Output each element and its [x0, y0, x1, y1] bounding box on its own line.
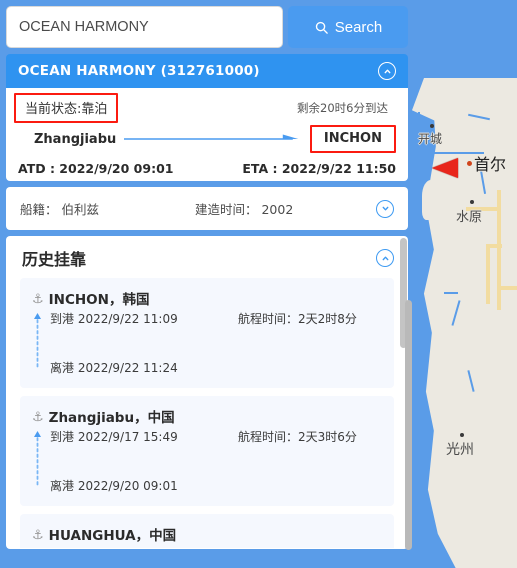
search-input[interactable] — [6, 6, 283, 48]
timeline-arrow-icon — [34, 313, 41, 369]
port-call-name: INCHON，韩国 — [48, 292, 150, 308]
port-call-arrive-row: 到港 2022/9/17 15:49 航程时间：2天3时6分 — [50, 428, 382, 445]
map-city-dot-seoul — [467, 161, 472, 166]
port-call-list[interactable]: ⚓ INCHON，韩国 到港 2022/9/22 11:09 航程时间：2天2时… — [6, 278, 408, 548]
vessel-collapse-button[interactable] — [378, 62, 396, 80]
map-city-label-gwangju: 光州 — [446, 442, 474, 458]
map-city-label-suwon: 水原 — [456, 210, 483, 225]
chevron-down-icon — [382, 206, 388, 211]
route-arrow — [124, 133, 302, 145]
port-call-name: Zhangjiabu，中国 — [48, 410, 175, 426]
port-call-body: 到港 2022/9/17 15:49 航程时间：2天3时6分 离港 2022/9… — [32, 428, 382, 494]
map-city-label-seoul: 首尔 — [474, 155, 507, 174]
port-call-title-row: ⚓ HUANGHUA，中国 — [32, 524, 382, 545]
port-call-name: HUANGHUA，中国 — [48, 528, 177, 544]
map-road-south — [486, 244, 490, 304]
timeline-spacer — [50, 327, 382, 359]
vessel-tracking-screen: 开城 首尔 水原 光州 Search OCEAN HARMONY (312761… — [0, 0, 517, 568]
search-button-label: Search — [334, 18, 383, 36]
chevron-up-icon — [382, 256, 388, 260]
map-road-link — [486, 244, 502, 248]
status-top-row: 当前状态:靠泊 剩余20时6分到达 — [14, 93, 396, 123]
remaining-time-label: 剩余20时6分到达 — [297, 101, 388, 115]
port-call-arrival-time: 到港 2022/9/22 11:09 — [50, 312, 178, 326]
arrival-port-badge: INCHON — [309, 125, 396, 153]
route-arrow-icon — [124, 134, 299, 140]
map-island-c — [470, 520, 475, 524]
anchor-icon: ⚓ — [32, 526, 44, 542]
map-island-a — [440, 525, 449, 530]
anchor-icon: ⚓ — [32, 290, 44, 306]
vessel-detail-expand-button[interactable] — [376, 199, 394, 218]
vessel-flag-label: 船籍： 伯利兹 — [20, 202, 99, 217]
route-row: Zhangjiabu INCHON — [18, 124, 396, 154]
port-call-history-card: 历史挂靠 ⚓ INCHON，韩国 到港 2022/9/22 11:09 航程时间… — [6, 236, 408, 549]
port-call-voyage-duration: 航程时间：2天3时6分 — [238, 430, 357, 444]
timeline-arrow-icon — [34, 431, 41, 487]
vessel-build-year-label: 建造时间： 2002 — [195, 202, 294, 217]
port-call-body: 到港 2022/9/22 11:09 航程时间：2天2时8分 离港 2022/9… — [32, 310, 382, 376]
current-status-badge: 当前状态:靠泊 — [14, 93, 119, 123]
panel-scrollbar-thumb[interactable] — [405, 300, 412, 550]
vessel-info-panel: Search OCEAN HARMONY (312761000) 当前状态:靠泊… — [0, 0, 414, 568]
port-call-depart-row: 离港 2022/9/20 09:01 — [50, 477, 382, 494]
port-call-history-header[interactable]: 历史挂靠 — [6, 236, 408, 278]
vessel-detail-card: 船籍： 伯利兹 建造时间： 2002 — [6, 187, 408, 230]
anchor-icon: ⚓ — [32, 408, 44, 424]
port-call-departure-time: 离港 2022/9/20 09:01 — [50, 479, 178, 493]
port-call-departure-time: 离港 2022/9/22 11:24 — [50, 361, 178, 375]
search-bar: Search — [6, 6, 408, 48]
vessel-status-card: 当前状态:靠泊 剩余20时6分到达 Zhangjiabu INCHON ATD … — [6, 88, 408, 181]
search-button[interactable]: Search — [288, 6, 408, 48]
atd-label: ATD : 2022/9/20 09:01 — [18, 161, 174, 176]
vessel-header-title: OCEAN HARMONY (312761000) — [18, 63, 260, 79]
departure-port-label: Zhangjiabu — [34, 131, 117, 147]
map-island-b — [456, 534, 462, 538]
map-city-dot-suwon — [470, 200, 474, 204]
vessel-header[interactable]: OCEAN HARMONY (312761000) — [6, 54, 408, 88]
list-item[interactable]: ⚓ Zhangjiabu，中国 到港 2022/9/17 15:49 航程时间：… — [20, 396, 394, 506]
timeline-spacer — [50, 445, 382, 477]
voyage-times-row: ATD : 2022/9/20 09:01 ETA : 2022/9/22 11… — [18, 161, 396, 176]
map-river-branch-6 — [444, 292, 458, 294]
list-item[interactable]: ⚓ INCHON，韩国 到港 2022/9/22 11:09 航程时间：2天2时… — [20, 278, 394, 388]
map-road-north — [499, 286, 517, 290]
chevron-up-icon — [384, 69, 390, 73]
port-call-title-row: ⚓ INCHON，韩国 — [32, 288, 382, 309]
vessel-position-marker[interactable] — [432, 158, 458, 178]
map-city-dot-gwangju — [460, 433, 464, 437]
search-icon — [315, 21, 328, 34]
port-call-voyage-duration: 航程时间：2天2时8分 — [238, 312, 357, 326]
list-item[interactable]: ⚓ HUANGHUA，中国 — [20, 514, 394, 548]
map-city-label-kaesong: 开城 — [418, 132, 443, 146]
port-call-arrive-row: 到港 2022/9/22 11:09 航程时间：2天2时8分 — [50, 310, 382, 327]
map-land-patch-mid — [422, 180, 444, 220]
port-call-history-title: 历史挂靠 — [22, 250, 87, 269]
port-call-depart-row: 离港 2022/9/22 11:24 — [50, 359, 382, 376]
history-collapse-button[interactable] — [376, 249, 394, 267]
map-city-dot-kaesong — [430, 124, 434, 128]
port-call-arrival-time: 到港 2022/9/17 15:49 — [50, 430, 178, 444]
port-call-title-row: ⚓ Zhangjiabu，中国 — [32, 406, 382, 427]
eta-label: ETA : 2022/9/22 11:50 — [242, 161, 396, 176]
